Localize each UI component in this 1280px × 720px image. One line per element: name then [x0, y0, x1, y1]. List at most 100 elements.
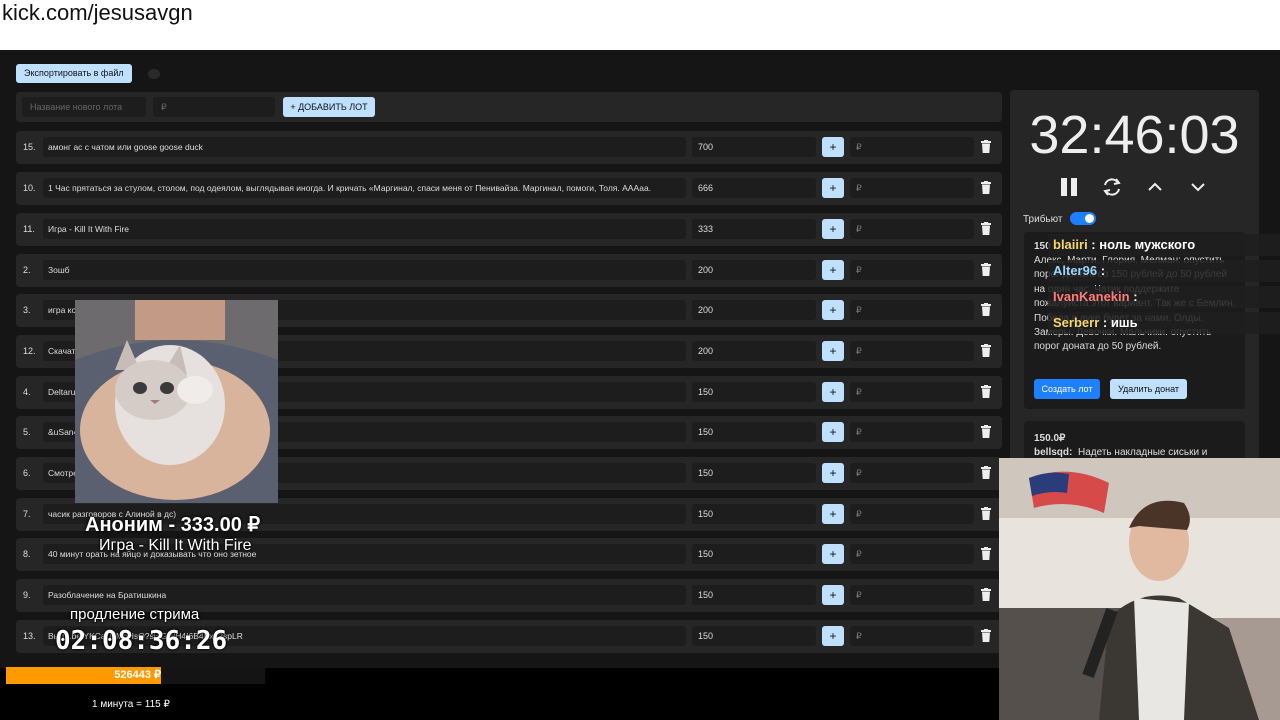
lot-amount-input[interactable]: 200 — [692, 260, 816, 280]
lot-amount-input[interactable]: 150 — [692, 504, 816, 524]
trash-icon[interactable] — [981, 588, 991, 601]
lot-extra-amount-input[interactable]: ₽ — [850, 626, 974, 646]
lot-add-amount-button[interactable]: + — [822, 260, 844, 280]
toggle-indicator[interactable] — [148, 69, 160, 79]
lot-number: 13. — [23, 631, 36, 641]
trash-icon[interactable] — [981, 385, 991, 398]
lot-row: 2. Зошб 200 + ₽ — [16, 254, 1002, 287]
lot-amount-input[interactable]: 150 — [692, 463, 816, 483]
rate-label: 1 минута = 115 ₽ — [92, 699, 170, 710]
new-lot-price-input[interactable]: ₽ — [153, 97, 275, 117]
lot-amount-input[interactable]: 150 — [692, 626, 816, 646]
chat-message: blaiiri : ноль мужского — [1048, 234, 1280, 256]
chat-username: Alter96 — [1053, 263, 1098, 278]
lot-title-input[interactable]: амонг ас с чатом или goose goose duck — [43, 137, 686, 157]
lot-extra-amount-input[interactable]: ₽ — [850, 219, 974, 239]
lot-extra-amount-input[interactable]: ₽ — [850, 178, 974, 198]
trash-icon[interactable] — [981, 507, 991, 520]
lot-amount-input[interactable]: 333 — [692, 219, 816, 239]
trash-icon[interactable] — [981, 344, 991, 357]
lot-extra-amount-input[interactable]: ₽ — [850, 300, 974, 320]
lot-add-amount-button[interactable]: + — [822, 585, 844, 605]
lot-add-amount-button[interactable]: + — [822, 178, 844, 198]
new-lot-name-input[interactable]: Название нового лота — [22, 97, 146, 117]
lot-number: 8. — [23, 549, 31, 559]
chat-separator: : — [1129, 289, 1138, 304]
delete-donation-button[interactable]: Удалить донат — [1110, 379, 1187, 399]
trash-icon[interactable] — [981, 629, 991, 642]
export-button[interactable]: Экспортировать в файл — [16, 64, 132, 83]
donation2-amount: 150.0₽ — [1034, 433, 1066, 444]
create-lot-button[interactable]: Создать лот — [1034, 379, 1100, 399]
cat-image — [75, 300, 278, 503]
tribute-toggle[interactable] — [1070, 212, 1096, 225]
donor-line: Аноним - 333.00 ₽ — [85, 514, 261, 536]
trash-icon[interactable] — [981, 425, 991, 438]
lot-add-amount-button[interactable]: + — [822, 504, 844, 524]
lot-number: 10. — [23, 183, 36, 193]
lot-amount-input[interactable]: 150 — [692, 382, 816, 402]
lot-add-amount-button[interactable]: + — [822, 341, 844, 361]
lot-row: 15. амонг ас с чатом или goose goose duck… — [16, 131, 1002, 164]
lot-amount-input[interactable]: 700 — [692, 137, 816, 157]
chevron-up-icon[interactable] — [1147, 177, 1163, 202]
donation-progress-bar: 526443 ₽ — [6, 667, 265, 684]
lot-number: 6. — [23, 468, 31, 478]
lot-amount-input[interactable]: 150 — [692, 585, 816, 605]
lot-add-amount-button[interactable]: + — [822, 544, 844, 564]
lot-add-amount-button[interactable]: + — [822, 137, 844, 157]
trash-icon[interactable] — [981, 263, 991, 276]
chat-text: ишь — [1110, 315, 1138, 330]
lot-title-input[interactable]: 1 Час прятаться за стулом, столом, под о… — [43, 178, 686, 198]
lot-extra-amount-input[interactable]: ₽ — [850, 504, 974, 524]
lot-add-amount-button[interactable]: + — [822, 382, 844, 402]
lot-extra-amount-input[interactable]: ₽ — [850, 137, 974, 157]
url-bar: kick.com/jesusavgn — [0, 0, 1280, 50]
url-text: kick.com/jesusavgn — [2, 0, 193, 25]
tribute-label: Трибьют — [1023, 214, 1063, 225]
add-lot-button[interactable]: + ДОБАВИТЬ ЛОТ — [283, 97, 375, 117]
lot-amount-input[interactable]: 150 — [692, 544, 816, 564]
lot-title-input[interactable]: Зошб — [43, 260, 686, 280]
lot-title-input[interactable]: Разоблачение на Братишкина — [43, 585, 686, 605]
chat-message: Alter96 : — [1048, 260, 1280, 282]
reset-icon[interactable] — [1101, 177, 1123, 202]
lot-extra-amount-input[interactable]: ₽ — [850, 260, 974, 280]
trash-icon[interactable] — [981, 222, 991, 235]
lot-number: 2. — [23, 265, 31, 275]
lot-add-amount-button[interactable]: + — [822, 463, 844, 483]
chat-separator: : — [1099, 315, 1111, 330]
lot-extra-amount-input[interactable]: ₽ — [850, 463, 974, 483]
lot-extra-amount-input[interactable]: ₽ — [850, 422, 974, 442]
lot-extra-amount-input[interactable]: ₽ — [850, 585, 974, 605]
lot-row: 11. Игра - Kill It With Fire 333 + ₽ — [16, 213, 1002, 246]
lot-amount-input[interactable]: 200 — [692, 341, 816, 361]
lot-add-amount-button[interactable]: + — [822, 422, 844, 442]
trash-icon[interactable] — [981, 547, 991, 560]
progress-value: 526443 ₽ — [114, 669, 161, 681]
lot-extra-amount-input[interactable]: ₽ — [850, 382, 974, 402]
lot-add-amount-button[interactable]: + — [822, 219, 844, 239]
trash-icon[interactable] — [981, 303, 991, 316]
lot-amount-input[interactable]: 666 — [692, 178, 816, 198]
lot-add-amount-button[interactable]: + — [822, 626, 844, 646]
lot-extra-amount-input[interactable]: ₽ — [850, 341, 974, 361]
lot-number: 5. — [23, 427, 31, 437]
lot-amount-input[interactable]: 150 — [692, 422, 816, 442]
lot-number: 9. — [23, 590, 31, 600]
webcam-feed — [999, 458, 1280, 720]
lot-number: 4. — [23, 387, 31, 397]
trash-icon[interactable] — [981, 466, 991, 479]
chevron-down-icon[interactable] — [1190, 177, 1206, 202]
lot-amount-input[interactable]: 200 — [692, 300, 816, 320]
trash-icon[interactable] — [981, 181, 991, 194]
lot-extra-amount-input[interactable]: ₽ — [850, 544, 974, 564]
lot-title-input[interactable]: Игра - Kill It With Fire — [43, 219, 686, 239]
chat-message: IvanKanekin : — [1048, 286, 1280, 308]
auction-timer: 32:46:03 — [1029, 105, 1240, 165]
chat-text: ноль мужского — [1099, 237, 1196, 252]
pause-icon[interactable] — [1060, 177, 1078, 202]
lot-add-amount-button[interactable]: + — [822, 300, 844, 320]
chat-message: Serberr : ишь — [1048, 312, 1280, 334]
trash-icon[interactable] — [981, 140, 991, 153]
